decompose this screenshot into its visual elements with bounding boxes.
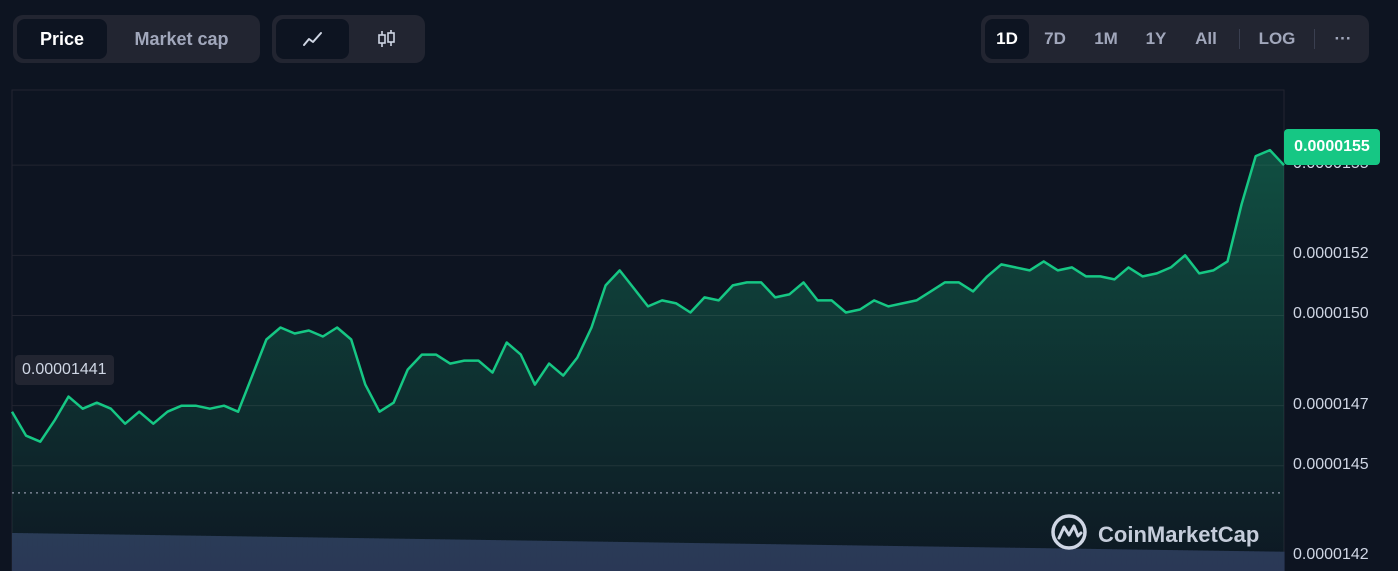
price-chart[interactable]	[0, 0, 1398, 571]
y-tick-label: 0.0000142	[1293, 545, 1369, 563]
y-tick-label: 0.0000150	[1293, 305, 1369, 323]
coinmarketcap-logo-icon	[1050, 513, 1088, 556]
coinmarketcap-watermark: CoinMarketCap	[1050, 513, 1259, 556]
current-price-badge: 0.0000155	[1284, 129, 1380, 165]
watermark-text: CoinMarketCap	[1098, 521, 1260, 547]
start-price-badge: 0.00001441	[15, 355, 114, 385]
price-area-fill	[12, 150, 1284, 571]
y-tick-label: 0.0000152	[1293, 245, 1369, 263]
y-tick-label: 0.0000145	[1293, 455, 1369, 473]
y-tick-label: 0.0000147	[1293, 395, 1369, 413]
